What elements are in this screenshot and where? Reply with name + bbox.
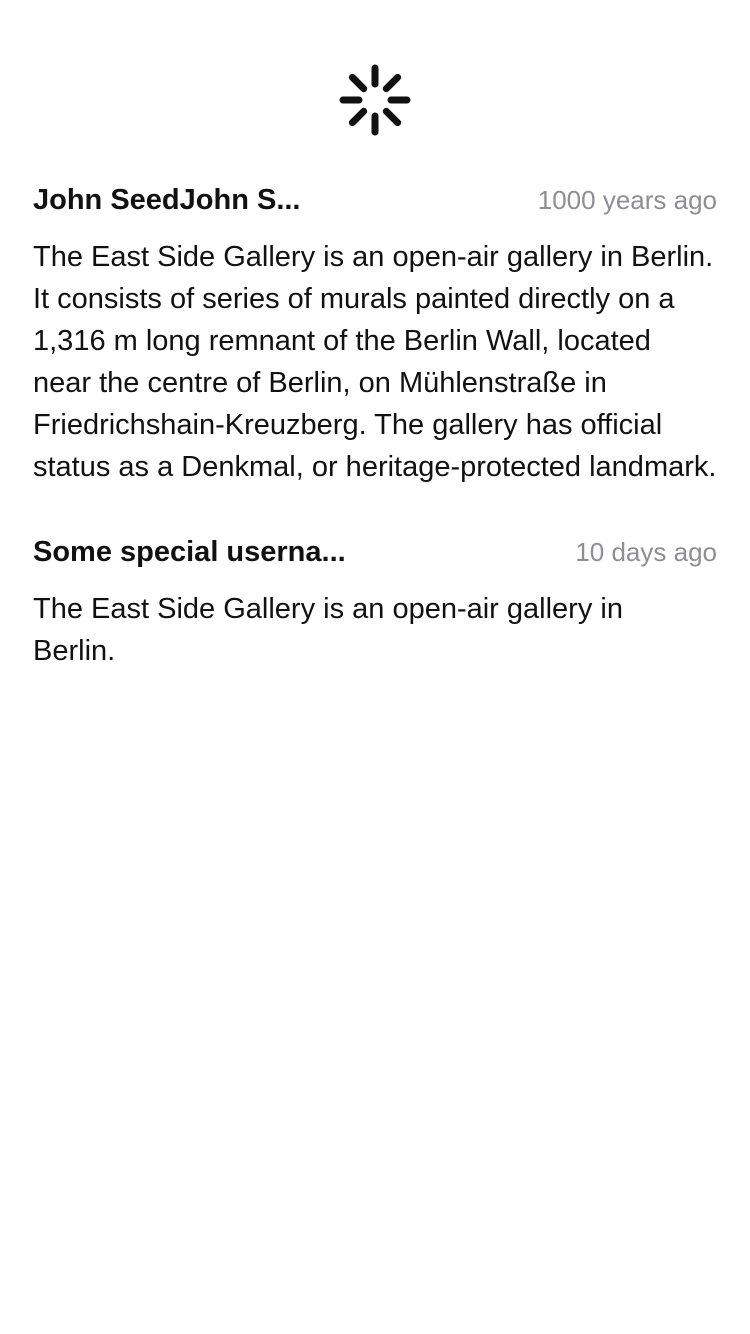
comment-timestamp: 10 days ago (575, 537, 717, 567)
comment-header: Some special userna... 10 days ago (33, 536, 717, 574)
comment-list: John SeedJohn S... 1000 years ago The Ea… (33, 184, 717, 720)
loading-indicator (0, 62, 750, 138)
comment-item[interactable]: John SeedJohn S... 1000 years ago The Ea… (33, 184, 717, 488)
activity-spinner-icon (339, 64, 411, 136)
comment-author[interactable]: Some special userna... (33, 536, 346, 569)
comment-author[interactable]: John SeedJohn S... (33, 184, 301, 217)
comment-item[interactable]: Some special userna... 10 days ago The E… (33, 536, 717, 672)
comment-body: The East Side Gallery is an open-air gal… (33, 593, 623, 667)
comment-timestamp: 1000 years ago (537, 185, 717, 215)
comment-header: John SeedJohn S... 1000 years ago (33, 184, 717, 222)
comment-body: The East Side Gallery is an open-air gal… (33, 241, 717, 483)
